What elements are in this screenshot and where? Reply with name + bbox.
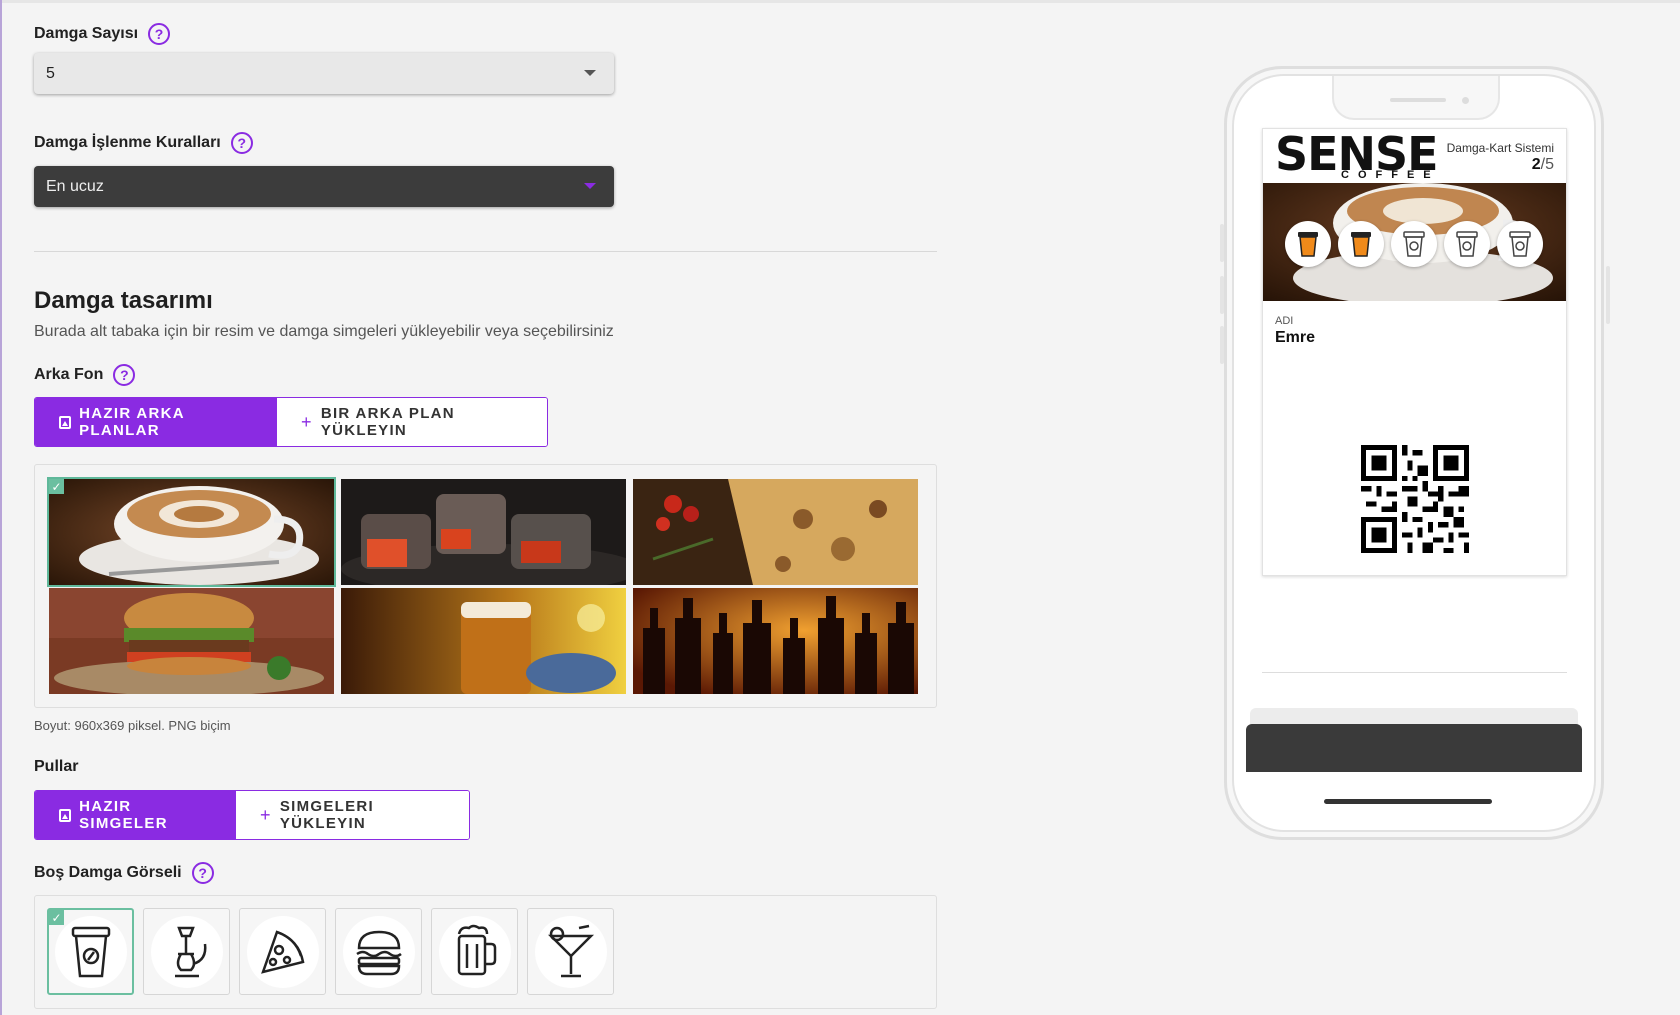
background-label-text: Arka Fon <box>34 366 104 383</box>
brand-sub: COFFEE <box>1341 169 1440 181</box>
left-edge <box>0 0 2 1015</box>
stamp-option-beer[interactable] <box>431 908 518 995</box>
phone-bottom-bar <box>1246 724 1582 772</box>
speaker <box>1390 98 1446 102</box>
stamp-option-cocktail[interactable] <box>527 908 614 995</box>
upload-icons-label: SIMGELERI YÜKLEYIN <box>279 798 375 832</box>
stamp-option-pizza[interactable] <box>239 908 326 995</box>
card-stamp-empty <box>1497 221 1543 267</box>
stamp-rules-label-text: Damga İşlenme Kuralları <box>34 134 221 151</box>
phone-screen: SENSE COFFEE Damga-Kart Sistemi 2/5 ADI … <box>1232 74 1596 832</box>
help-icon[interactable]: ? <box>148 23 171 45</box>
camera-dot <box>1462 97 1469 104</box>
cocktail-icon <box>547 924 594 977</box>
card-system-label: Damga-Kart Sistemi <box>1446 141 1554 155</box>
card-stamp-empty <box>1391 221 1437 267</box>
phone-side-button <box>1220 224 1224 262</box>
background-label: Arka Fon ? <box>34 362 136 388</box>
burger-icon <box>355 930 402 975</box>
background-button-group: HAZIR ARKA PLANLAR + BIR ARKA PLAN YÜKLE… <box>34 397 548 447</box>
stamp-option-coffee[interactable]: ✓ <box>47 908 134 995</box>
qr-code <box>1361 445 1469 553</box>
top-edge <box>0 0 1680 3</box>
image-icon <box>59 415 72 429</box>
coffee-cup-icon <box>71 926 110 977</box>
plus-icon: + <box>260 804 272 825</box>
phone-side-button <box>1220 326 1224 364</box>
loyalty-card: SENSE COFFEE Damga-Kart Sistemi 2/5 ADI … <box>1262 128 1567 576</box>
stamps-button-group: HAZIR SIMGELER + SIMGELERI YÜKLEYIN <box>34 790 470 840</box>
help-icon[interactable]: ? <box>191 862 214 884</box>
stamp-option-burger[interactable] <box>335 908 422 995</box>
stamps-label: Pullar <box>34 758 79 775</box>
phone-side-button <box>1606 266 1610 324</box>
thumbnail-coffee[interactable]: ✓ <box>47 477 336 587</box>
section-divider <box>34 251 937 252</box>
empty-stamp-options: ✓ <box>34 895 937 1009</box>
thumbnail-bottles[interactable] <box>633 588 918 694</box>
section-title: Damga tasarımı <box>34 287 213 314</box>
thumbnail-beer[interactable] <box>341 588 626 694</box>
ready-icons-button[interactable]: HAZIR SIMGELER <box>35 791 235 839</box>
empty-stamp-label-text: Boş Damga Görseli <box>34 864 182 881</box>
stamp-count-select[interactable]: 5 <box>34 53 614 94</box>
beer-mug-icon <box>457 924 496 975</box>
phone-notch <box>1332 76 1500 120</box>
help-icon[interactable]: ? <box>230 132 253 154</box>
stamp-count-value: 5 <box>46 64 55 82</box>
thumbnail-pizza[interactable] <box>633 479 918 585</box>
background-thumbnails: ✓ <box>34 464 937 708</box>
card-stamp-row <box>1285 221 1543 267</box>
background-size-hint: Boyut: 960x369 piksel. PNG biçim <box>34 718 231 733</box>
pizza-icon <box>260 929 304 974</box>
card-stamp-filled <box>1285 221 1331 267</box>
check-icon: ✓ <box>49 910 64 925</box>
ready-backgrounds-label: HAZIR ARKA PLANLAR <box>79 405 185 439</box>
hookah-icon <box>174 926 206 977</box>
phone-side-button <box>1220 276 1224 314</box>
stamp-progress-total: /5 <box>1540 156 1554 173</box>
phone-divider <box>1262 672 1567 673</box>
thumbnail-burger[interactable] <box>49 588 334 694</box>
stamp-rules-value: En ucuz <box>46 177 104 195</box>
upload-background-label: BIR ARKA PLAN YÜKLEYIN <box>320 405 455 439</box>
empty-stamp-label: Boş Damga Görseli ? <box>34 860 214 886</box>
stamp-option-hookah[interactable] <box>143 908 230 995</box>
upload-background-button[interactable]: + BIR ARKA PLAN YÜKLEYIN <box>276 398 547 446</box>
image-icon <box>59 808 72 822</box>
name-label: ADI <box>1275 315 1294 327</box>
plus-icon: + <box>301 411 313 432</box>
section-subtitle: Burada alt tabaka için bir resim ve damg… <box>34 323 614 340</box>
stamp-count-label-text: Damga Sayısı <box>34 25 139 42</box>
thumbnail-coals[interactable] <box>341 479 626 585</box>
name-value: Emre <box>1275 329 1316 346</box>
ready-backgrounds-button[interactable]: HAZIR ARKA PLANLAR <box>35 398 276 446</box>
check-icon: ✓ <box>49 479 64 494</box>
help-icon[interactable]: ? <box>113 364 136 386</box>
stamp-rules-select[interactable]: En ucuz <box>34 166 614 207</box>
home-indicator <box>1324 799 1492 804</box>
card-stamp-empty <box>1444 221 1490 267</box>
chevron-down-icon <box>584 183 596 189</box>
upload-icons-button[interactable]: + SIMGELERI YÜKLEYIN <box>235 791 469 839</box>
ready-icons-label: HAZIR SIMGELER <box>79 798 168 832</box>
stamp-progress-current: 2 <box>1531 156 1541 173</box>
stamp-count-label: Damga Sayısı ? <box>34 21 171 47</box>
card-stamp-filled <box>1338 221 1384 267</box>
stamp-rules-label: Damga İşlenme Kuralları ? <box>34 130 253 156</box>
stamp-progress: 2/5 <box>1532 156 1554 174</box>
chevron-down-icon <box>584 70 596 76</box>
